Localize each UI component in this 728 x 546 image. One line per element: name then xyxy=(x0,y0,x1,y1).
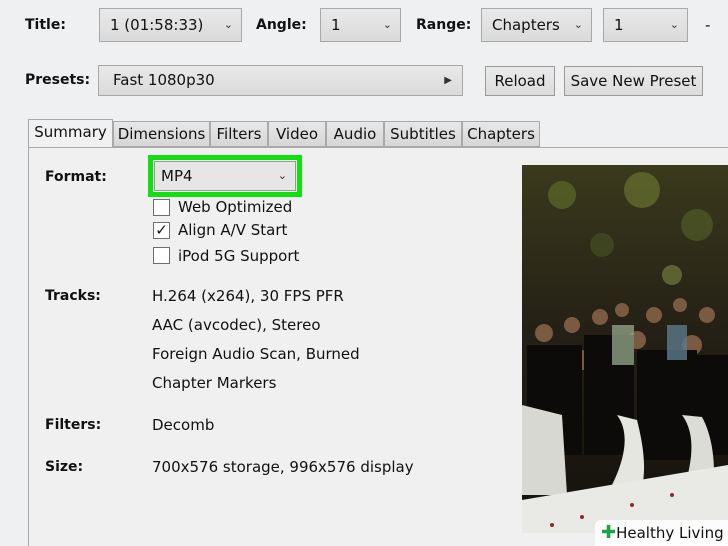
range-start-select[interactable]: 1 ⌄ xyxy=(603,8,688,42)
watermark: ✚Healthy Living xyxy=(595,520,728,546)
tracks-label: Tracks: xyxy=(45,288,101,304)
align-av-start-checkbox[interactable]: ✓ xyxy=(153,222,170,239)
tab-chapters[interactable]: Chapters xyxy=(462,121,540,147)
track-video: H.264 (x264), 30 FPS PFR xyxy=(152,287,344,305)
filters-value: Decomb xyxy=(152,416,215,434)
chevron-down-icon: ⌄ xyxy=(223,18,233,31)
title-select[interactable]: 1 (01:58:33) ⌄ xyxy=(99,8,242,42)
triangle-right-icon: ▶ xyxy=(444,75,452,86)
chevron-down-icon: ⌄ xyxy=(669,18,679,31)
range-label: Range: xyxy=(416,17,472,33)
chevron-down-icon: ⌄ xyxy=(277,169,287,182)
presets-label: Presets: xyxy=(25,72,91,88)
size-label: Size: xyxy=(45,459,84,475)
web-optimized-label: Web Optimized xyxy=(178,198,293,216)
range-type-select[interactable]: Chapters ⌄ xyxy=(481,8,592,42)
web-optimized-checkbox[interactable] xyxy=(153,199,170,216)
save-new-preset-button[interactable]: Save New Preset xyxy=(564,66,703,96)
track-chapters: Chapter Markers xyxy=(152,374,277,392)
presets-value: Fast 1080p30 xyxy=(113,71,215,89)
tab-audio[interactable]: Audio xyxy=(326,121,384,147)
range-type-value: Chapters xyxy=(492,16,560,34)
range-dash: - xyxy=(705,16,711,34)
chevron-down-icon: ⌄ xyxy=(573,18,583,31)
ipod-5g-support-label: iPod 5G Support xyxy=(178,247,300,265)
range-start-value: 1 xyxy=(614,16,624,34)
tab-summary[interactable]: Summary xyxy=(28,119,113,148)
chevron-down-icon: ⌄ xyxy=(382,18,392,31)
video-preview-image xyxy=(522,165,728,533)
format-label: Format: xyxy=(45,169,107,185)
size-value: 700x576 storage, 996x576 display xyxy=(152,458,414,476)
plus-icon: ✚ xyxy=(601,522,617,543)
title-select-value: 1 (01:58:33) xyxy=(110,16,204,34)
filters-label: Filters: xyxy=(45,417,102,433)
format-value: MP4 xyxy=(161,167,193,185)
align-av-start-label: Align A/V Start xyxy=(178,221,288,239)
tab-dimensions[interactable]: Dimensions xyxy=(113,121,210,147)
presets-select[interactable]: Fast 1080p30 ▶ xyxy=(98,65,463,96)
angle-select[interactable]: 1 ⌄ xyxy=(320,8,401,42)
format-select[interactable]: MP4 ⌄ xyxy=(154,161,296,191)
title-label: Title: xyxy=(25,17,66,33)
tab-subtitles[interactable]: Subtitles xyxy=(384,121,462,147)
track-audio: AAC (avcodec), Stereo xyxy=(152,316,321,334)
tab-video[interactable]: Video xyxy=(268,121,326,147)
tab-filters[interactable]: Filters xyxy=(210,121,268,147)
ipod-5g-support-checkbox[interactable] xyxy=(153,247,170,264)
track-subtitle: Foreign Audio Scan, Burned xyxy=(152,345,360,363)
watermark-text: Healthy Living xyxy=(616,524,724,542)
angle-select-value: 1 xyxy=(331,16,341,34)
angle-label: Angle: xyxy=(256,17,307,33)
reload-button[interactable]: Reload xyxy=(485,66,555,96)
